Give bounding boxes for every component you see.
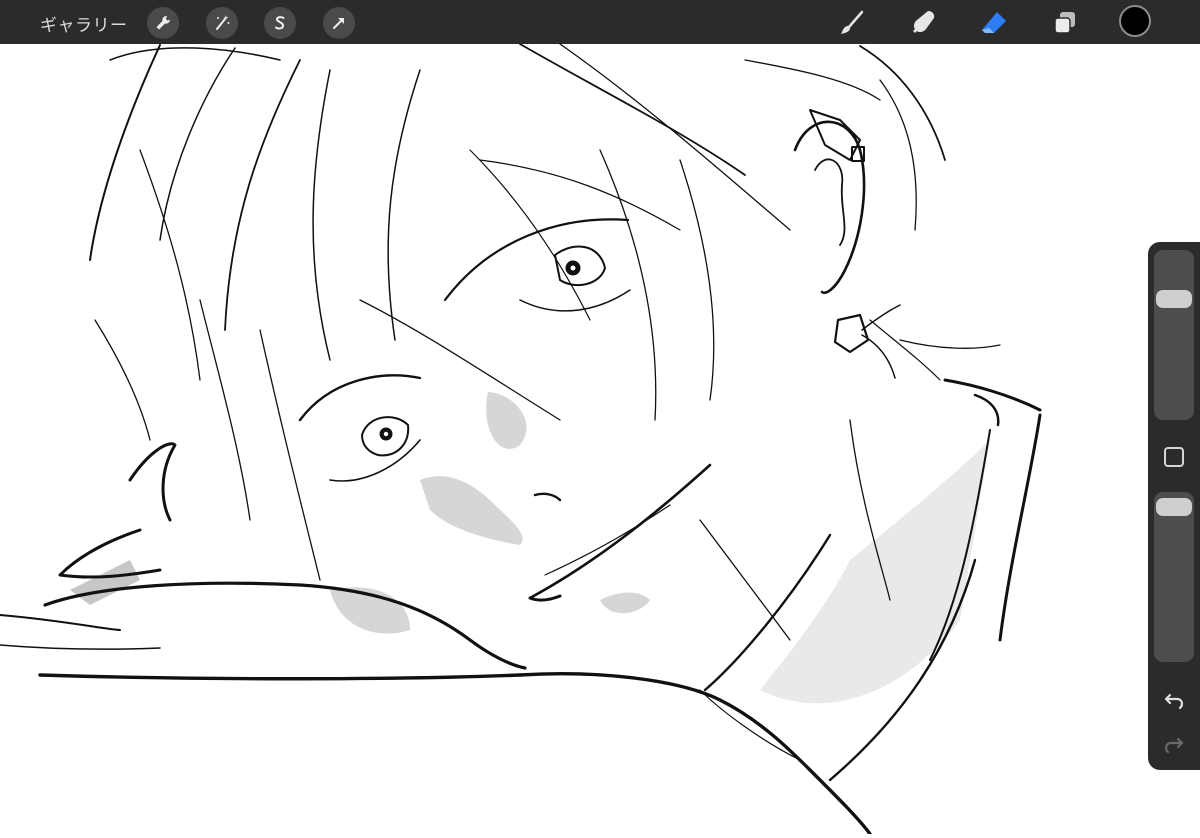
undo-icon[interactable]: [1162, 688, 1186, 712]
brush-size-slider[interactable]: [1154, 250, 1194, 420]
top-toolbar: ギャラリー: [0, 0, 1200, 44]
wrench-icon[interactable]: [147, 7, 179, 39]
brush-icon[interactable]: [834, 6, 868, 40]
brush-size-handle[interactable]: [1156, 290, 1192, 308]
color-picker-swatch[interactable]: [1119, 5, 1151, 37]
layers-icon[interactable]: [1048, 6, 1082, 40]
magic-wand-icon[interactable]: [206, 7, 238, 39]
right-sidebar: [1148, 242, 1200, 770]
redo-icon[interactable]: [1162, 732, 1186, 756]
selection-s-icon[interactable]: [264, 7, 296, 39]
transform-arrow-icon[interactable]: [323, 7, 355, 39]
modify-square-button[interactable]: [1164, 447, 1184, 467]
drawing-canvas[interactable]: [0, 43, 1200, 836]
gallery-button[interactable]: ギャラリー: [40, 11, 128, 36]
line-art-sketch: [0, 43, 1042, 836]
opacity-handle[interactable]: [1156, 498, 1192, 516]
smudge-icon[interactable]: [906, 6, 940, 40]
opacity-slider[interactable]: [1154, 492, 1194, 662]
eraser-icon[interactable]: [977, 6, 1011, 40]
